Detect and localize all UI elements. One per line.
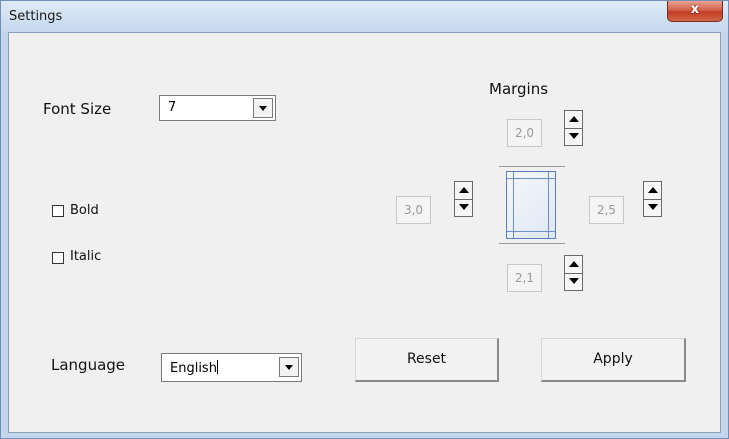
bold-label[interactable]: Bold [70,203,99,218]
spin-up-icon[interactable] [644,182,661,200]
spin-up-icon[interactable] [455,182,472,200]
margin-right-spinner[interactable] [643,181,662,217]
margin-left-spinner[interactable] [454,181,473,217]
margin-top-spinner[interactable] [564,110,583,146]
spin-down-icon[interactable] [455,199,472,216]
page-preview [499,166,565,244]
margin-top-input[interactable]: 2,0 [507,119,542,147]
language-select[interactable]: English [161,353,302,382]
spin-down-icon[interactable] [565,273,582,290]
margin-right-input[interactable]: 2,5 [589,196,624,224]
window-title: Settings [9,9,63,24]
font-size-label: Font Size [43,100,112,118]
margin-left-input[interactable]: 3,0 [396,196,431,224]
spin-down-icon[interactable] [644,199,661,216]
chevron-down-icon[interactable] [279,357,299,377]
font-size-value: 7 [168,100,177,115]
margin-bottom-spinner[interactable] [564,255,583,291]
close-button[interactable]: x [667,1,723,22]
italic-checkbox[interactable] [52,252,64,264]
settings-panel: Font Size 7 Bold Italic Language English… [8,32,721,433]
spin-up-icon[interactable] [565,256,582,274]
font-size-select[interactable]: 7 [159,95,276,121]
language-label: Language [51,356,126,374]
apply-button[interactable]: Apply [541,338,686,382]
language-value: English [170,360,218,376]
chevron-down-icon[interactable] [253,98,273,118]
page-preview-icon [506,171,556,239]
margin-bottom-input[interactable]: 2,1 [507,264,542,292]
close-icon: x [690,2,700,17]
margins-label: Margins [489,80,549,98]
title-bar[interactable]: Settings x [1,1,728,32]
bold-checkbox[interactable] [52,205,64,217]
spin-down-icon[interactable] [565,128,582,145]
reset-button[interactable]: Reset [355,338,499,382]
spin-up-icon[interactable] [565,111,582,129]
settings-window: Settings x Font Size 7 Bold Italic Langu… [0,0,729,439]
italic-label[interactable]: Italic [70,249,101,264]
